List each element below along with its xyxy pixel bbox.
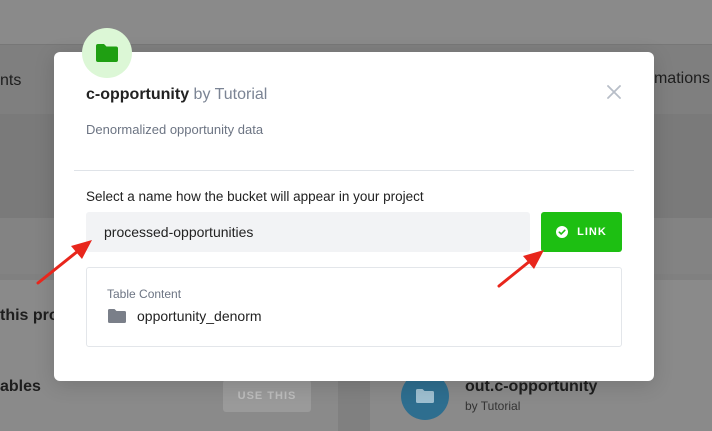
bucket-name: c-opportunity (86, 86, 190, 103)
folder-icon (96, 44, 118, 62)
link-button-label: LINK (577, 226, 607, 238)
check-circle-icon (556, 226, 569, 238)
folder-icon (108, 309, 126, 323)
background-bucket-owner: by Tutorial (465, 399, 521, 413)
bucket-name-label: Select a name how the bucket will appear… (86, 189, 424, 204)
folder-icon (416, 389, 434, 403)
background-tab-left: nts (0, 72, 22, 89)
bucket-description: Denormalized opportunity data (86, 122, 264, 137)
modal-badge (82, 28, 132, 78)
background-card-left-subtitle: ables (0, 378, 41, 395)
bucket-name-input[interactable] (86, 212, 530, 252)
bucket-owner: by Tutorial (193, 86, 268, 103)
close-icon (607, 85, 621, 99)
background-tab-right: mations (653, 70, 710, 87)
background-use-this-button: USE THIS (223, 380, 311, 412)
table-content-title: Table Content (107, 287, 182, 301)
table-content-box: Table Content opportunity_denorm (86, 267, 622, 347)
link-bucket-modal: c-opportunity by Tutorial Denormalized o… (54, 28, 654, 381)
table-content-item: opportunity_denorm (107, 308, 262, 324)
modal-divider (74, 170, 634, 171)
table-content-item-label: opportunity_denorm (137, 308, 262, 324)
link-button[interactable]: LINK (541, 212, 622, 252)
close-button[interactable] (604, 82, 624, 102)
modal-title: c-opportunity by Tutorial (86, 86, 267, 104)
